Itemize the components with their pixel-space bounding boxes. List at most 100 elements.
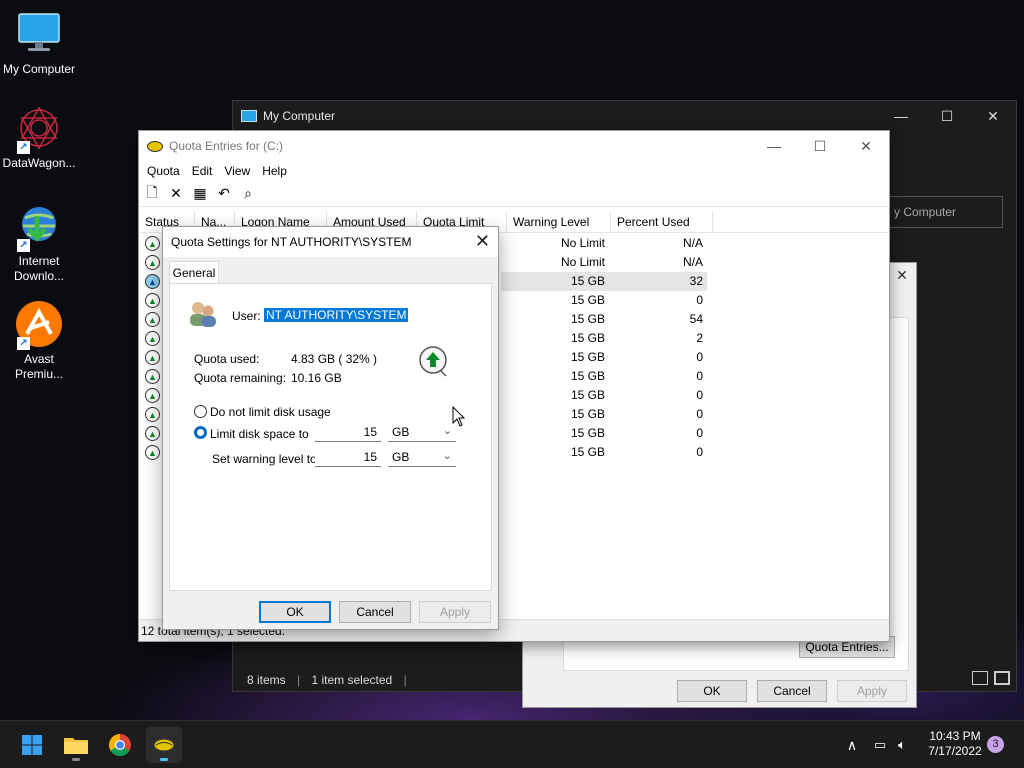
monitor-icon <box>241 110 257 122</box>
new-entry-icon[interactable]: 🗋 <box>143 184 161 203</box>
quota-used-label: Quota used: <box>194 352 260 366</box>
limit-unit-select[interactable]: GB ⌄ <box>388 422 456 442</box>
status-ok-icon: ▲ <box>145 293 160 308</box>
desktop-icon-label: DataWagon... <box>2 156 76 170</box>
no-limit-radio[interactable] <box>194 405 207 418</box>
status-ok-icon: ▲ <box>145 388 160 403</box>
chrome-taskbar-button[interactable] <box>102 727 138 763</box>
general-panel: User: NT AUTHORITY\SYSTEM Quota used: 4.… <box>169 283 492 591</box>
quota-ok-status-icon <box>418 346 450 378</box>
volume-icon[interactable]: 🔈︎ <box>892 737 912 753</box>
find-icon[interactable]: ⌕ <box>239 185 257 203</box>
warning-level-label: Set warning level to <box>212 452 317 466</box>
limit-disk-label[interactable]: Limit disk space to <box>210 427 309 441</box>
toolbar: 🗋 ✕ ▦ ↶ ⌕ <box>139 181 889 207</box>
warning-unit-select[interactable]: GB ⌄ <box>388 447 456 467</box>
disk-quota-icon <box>153 738 175 752</box>
quota-settings-titlebar[interactable]: Quota Settings for NT AUTHORITY\SYSTEM ✕ <box>163 227 498 257</box>
status-ok-icon: ▲ <box>145 331 160 346</box>
ok-button[interactable]: OK <box>259 601 331 623</box>
limit-disk-radio[interactable] <box>194 426 207 439</box>
system-tray: ∧ ▭ 🔈︎ <box>842 721 912 768</box>
desktop-icon-label: Internet Downlo... <box>13 254 65 283</box>
shortcut-arrow-icon: ↗ <box>17 141 30 154</box>
desktop-icon-internet-download[interactable]: ↗ Internet Downlo... <box>0 202 78 284</box>
cancel-button[interactable]: Cancel <box>339 601 411 623</box>
user-label: User: <box>232 309 261 323</box>
delete-icon[interactable]: ✕ <box>167 185 185 203</box>
quota-settings-dialog[interactable]: Quota Settings for NT AUTHORITY\SYSTEM ✕… <box>162 226 499 630</box>
avast-icon: ↗ <box>15 300 63 350</box>
chevron-down-icon: ⌄ <box>442 450 452 462</box>
column-percent-used[interactable]: Percent Used <box>611 211 713 232</box>
limit-value-input[interactable]: 15 <box>315 422 381 442</box>
chevron-up-icon[interactable]: ∧ <box>842 737 862 754</box>
date: 7/17/2022 <box>928 744 982 758</box>
no-limit-label[interactable]: Do not limit disk usage <box>210 405 331 419</box>
quota-remaining-value: 10.16 GB <box>291 371 342 385</box>
status-ok-icon: ▲ <box>145 426 160 441</box>
shortcut-arrow-icon: ↗ <box>17 337 30 350</box>
status-ok-icon: ▲ <box>145 312 160 327</box>
disk-quota-taskbar-button[interactable] <box>146 727 182 763</box>
close-icon[interactable]: ✕ <box>888 263 916 287</box>
menu-edit[interactable]: Edit <box>186 164 219 178</box>
close-icon[interactable]: ✕ <box>475 231 490 252</box>
datawagon-icon: ↗ <box>15 104 63 154</box>
menu-view[interactable]: View <box>218 164 256 178</box>
quota-entries-titlebar[interactable]: Quota Entries for (C:) — ☐ ✕ <box>139 131 889 161</box>
window-title: My Computer <box>263 109 336 123</box>
status-ok-icon: ▲ <box>145 236 160 251</box>
tab-general[interactable]: General <box>169 261 219 283</box>
notification-badge[interactable]: 3 <box>987 736 1004 753</box>
chrome-icon <box>109 734 131 756</box>
minimize-icon[interactable]: — <box>878 101 924 131</box>
shortcut-arrow-icon: ↗ <box>17 239 30 252</box>
close-icon[interactable]: ✕ <box>843 131 889 161</box>
status-warning-icon: ▲ <box>145 274 160 289</box>
chevron-down-icon: ⌄ <box>442 425 452 437</box>
mouse-cursor-icon <box>452 405 466 428</box>
explorer-status-bar: 8 items | 1 item selected | <box>247 673 407 687</box>
address-bar[interactable]: y Computer <box>883 196 1003 228</box>
desktop-icon-avast[interactable]: ↗ Avast Premiu... <box>0 300 78 382</box>
file-explorer-taskbar-button[interactable] <box>58 727 94 763</box>
status-ok-icon: ▲ <box>145 255 160 270</box>
maximize-icon[interactable]: ☐ <box>924 101 970 131</box>
menu-help[interactable]: Help <box>256 164 293 178</box>
menu-quota[interactable]: Quota <box>141 164 186 178</box>
folder-icon <box>64 738 88 754</box>
dialog-title: Quota Settings for NT AUTHORITY\SYSTEM <box>171 235 412 249</box>
menu-bar: Quota Edit View Help <box>139 161 889 181</box>
status-ok-icon: ▲ <box>145 350 160 365</box>
apply-button[interactable]: Apply <box>837 680 907 702</box>
windows-logo-icon <box>22 735 42 755</box>
undo-icon[interactable]: ↶ <box>215 185 233 203</box>
warning-value-input[interactable]: 15 <box>315 447 381 467</box>
apply-button[interactable]: Apply <box>419 601 491 623</box>
globe-download-icon: ↗ <box>15 202 63 252</box>
maximize-icon[interactable]: ☐ <box>797 131 843 161</box>
network-icon[interactable]: ▭ <box>868 737 892 753</box>
properties-icon[interactable]: ▦ <box>191 185 209 203</box>
desktop-icon-my-computer[interactable]: My Computer <box>0 10 78 77</box>
taskbar: ∧ ▭ 🔈︎ 10:43 PM 7/17/2022 3 <box>0 720 1024 768</box>
details-view-icon[interactable] <box>972 671 988 685</box>
start-button[interactable] <box>14 727 50 763</box>
quota-used-value: 4.83 GB ( 32% ) <box>291 352 378 366</box>
desktop-icon-datawagon[interactable]: ↗ DataWagon... <box>0 104 78 171</box>
window-title: Quota Entries for (C:) <box>169 139 284 153</box>
monitor-icon <box>15 10 63 58</box>
selected-count: 1 item selected <box>311 673 393 687</box>
time: 10:43 PM <box>929 729 981 743</box>
ok-button[interactable]: OK <box>677 680 747 702</box>
minimize-icon[interactable]: — <box>751 131 797 161</box>
tiles-view-icon[interactable] <box>994 671 1010 685</box>
desktop-icon-label: My Computer <box>2 62 76 76</box>
clock[interactable]: 10:43 PM 7/17/2022 <box>924 729 986 759</box>
column-warning-level[interactable]: Warning Level <box>507 211 611 232</box>
users-icon <box>188 300 218 328</box>
user-value[interactable]: NT AUTHORITY\SYSTEM <box>264 308 409 322</box>
cancel-button[interactable]: Cancel <box>757 680 827 702</box>
close-icon[interactable]: ✕ <box>970 101 1016 131</box>
